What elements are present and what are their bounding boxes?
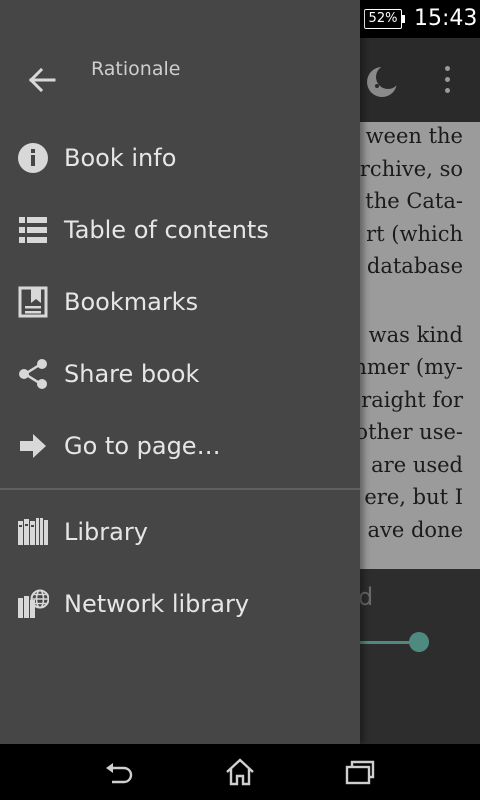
battery-percent: 52% bbox=[368, 11, 398, 26]
menu-divider bbox=[0, 488, 360, 490]
menu-item-label: Library bbox=[64, 518, 148, 546]
page-slider-knob[interactable] bbox=[409, 632, 429, 652]
menu-item-label: Bookmarks bbox=[64, 288, 199, 316]
share-icon bbox=[19, 359, 47, 389]
system-nav-bar bbox=[0, 744, 480, 800]
arrow-right-icon bbox=[20, 434, 46, 458]
battery-indicator: 52% bbox=[364, 9, 405, 29]
back-nav-icon[interactable] bbox=[104, 758, 136, 786]
clock: 15:43 bbox=[414, 6, 478, 31]
navigation-drawer: Rationale Book info Table of contents Bo… bbox=[0, 0, 360, 744]
drawer-title: Rationale bbox=[91, 58, 181, 80]
info-icon bbox=[18, 143, 48, 173]
menu-item-label: Table of contents bbox=[64, 216, 269, 244]
list-icon bbox=[19, 217, 47, 243]
panel-text: d bbox=[358, 583, 374, 611]
overflow-menu-icon[interactable] bbox=[442, 66, 452, 96]
recent-apps-icon[interactable] bbox=[344, 758, 376, 786]
menu-item-go-to-page[interactable]: Go to page… bbox=[0, 410, 360, 482]
library-icon bbox=[18, 518, 48, 545]
menu-item-label: Go to page… bbox=[64, 432, 221, 460]
bookmark-icon bbox=[18, 286, 48, 318]
menu-item-label: Share book bbox=[64, 360, 200, 388]
back-arrow-icon[interactable] bbox=[28, 68, 56, 92]
menu-item-library[interactable]: Library bbox=[0, 496, 360, 568]
home-nav-icon[interactable] bbox=[224, 758, 256, 786]
menu-item-share-book[interactable]: Share book bbox=[0, 338, 360, 410]
menu-item-bookmarks[interactable]: Bookmarks bbox=[0, 266, 360, 338]
night-mode-icon[interactable] bbox=[364, 64, 400, 100]
drawer-header: Rationale bbox=[0, 38, 360, 122]
menu-item-label: Network library bbox=[64, 590, 250, 618]
menu-item-table-of-contents[interactable]: Table of contents bbox=[0, 194, 360, 266]
menu-item-label: Book info bbox=[64, 144, 177, 172]
menu-item-book-info[interactable]: Book info bbox=[0, 122, 360, 194]
network-library-icon bbox=[18, 589, 49, 618]
menu-item-network-library[interactable]: Network library bbox=[0, 568, 360, 640]
